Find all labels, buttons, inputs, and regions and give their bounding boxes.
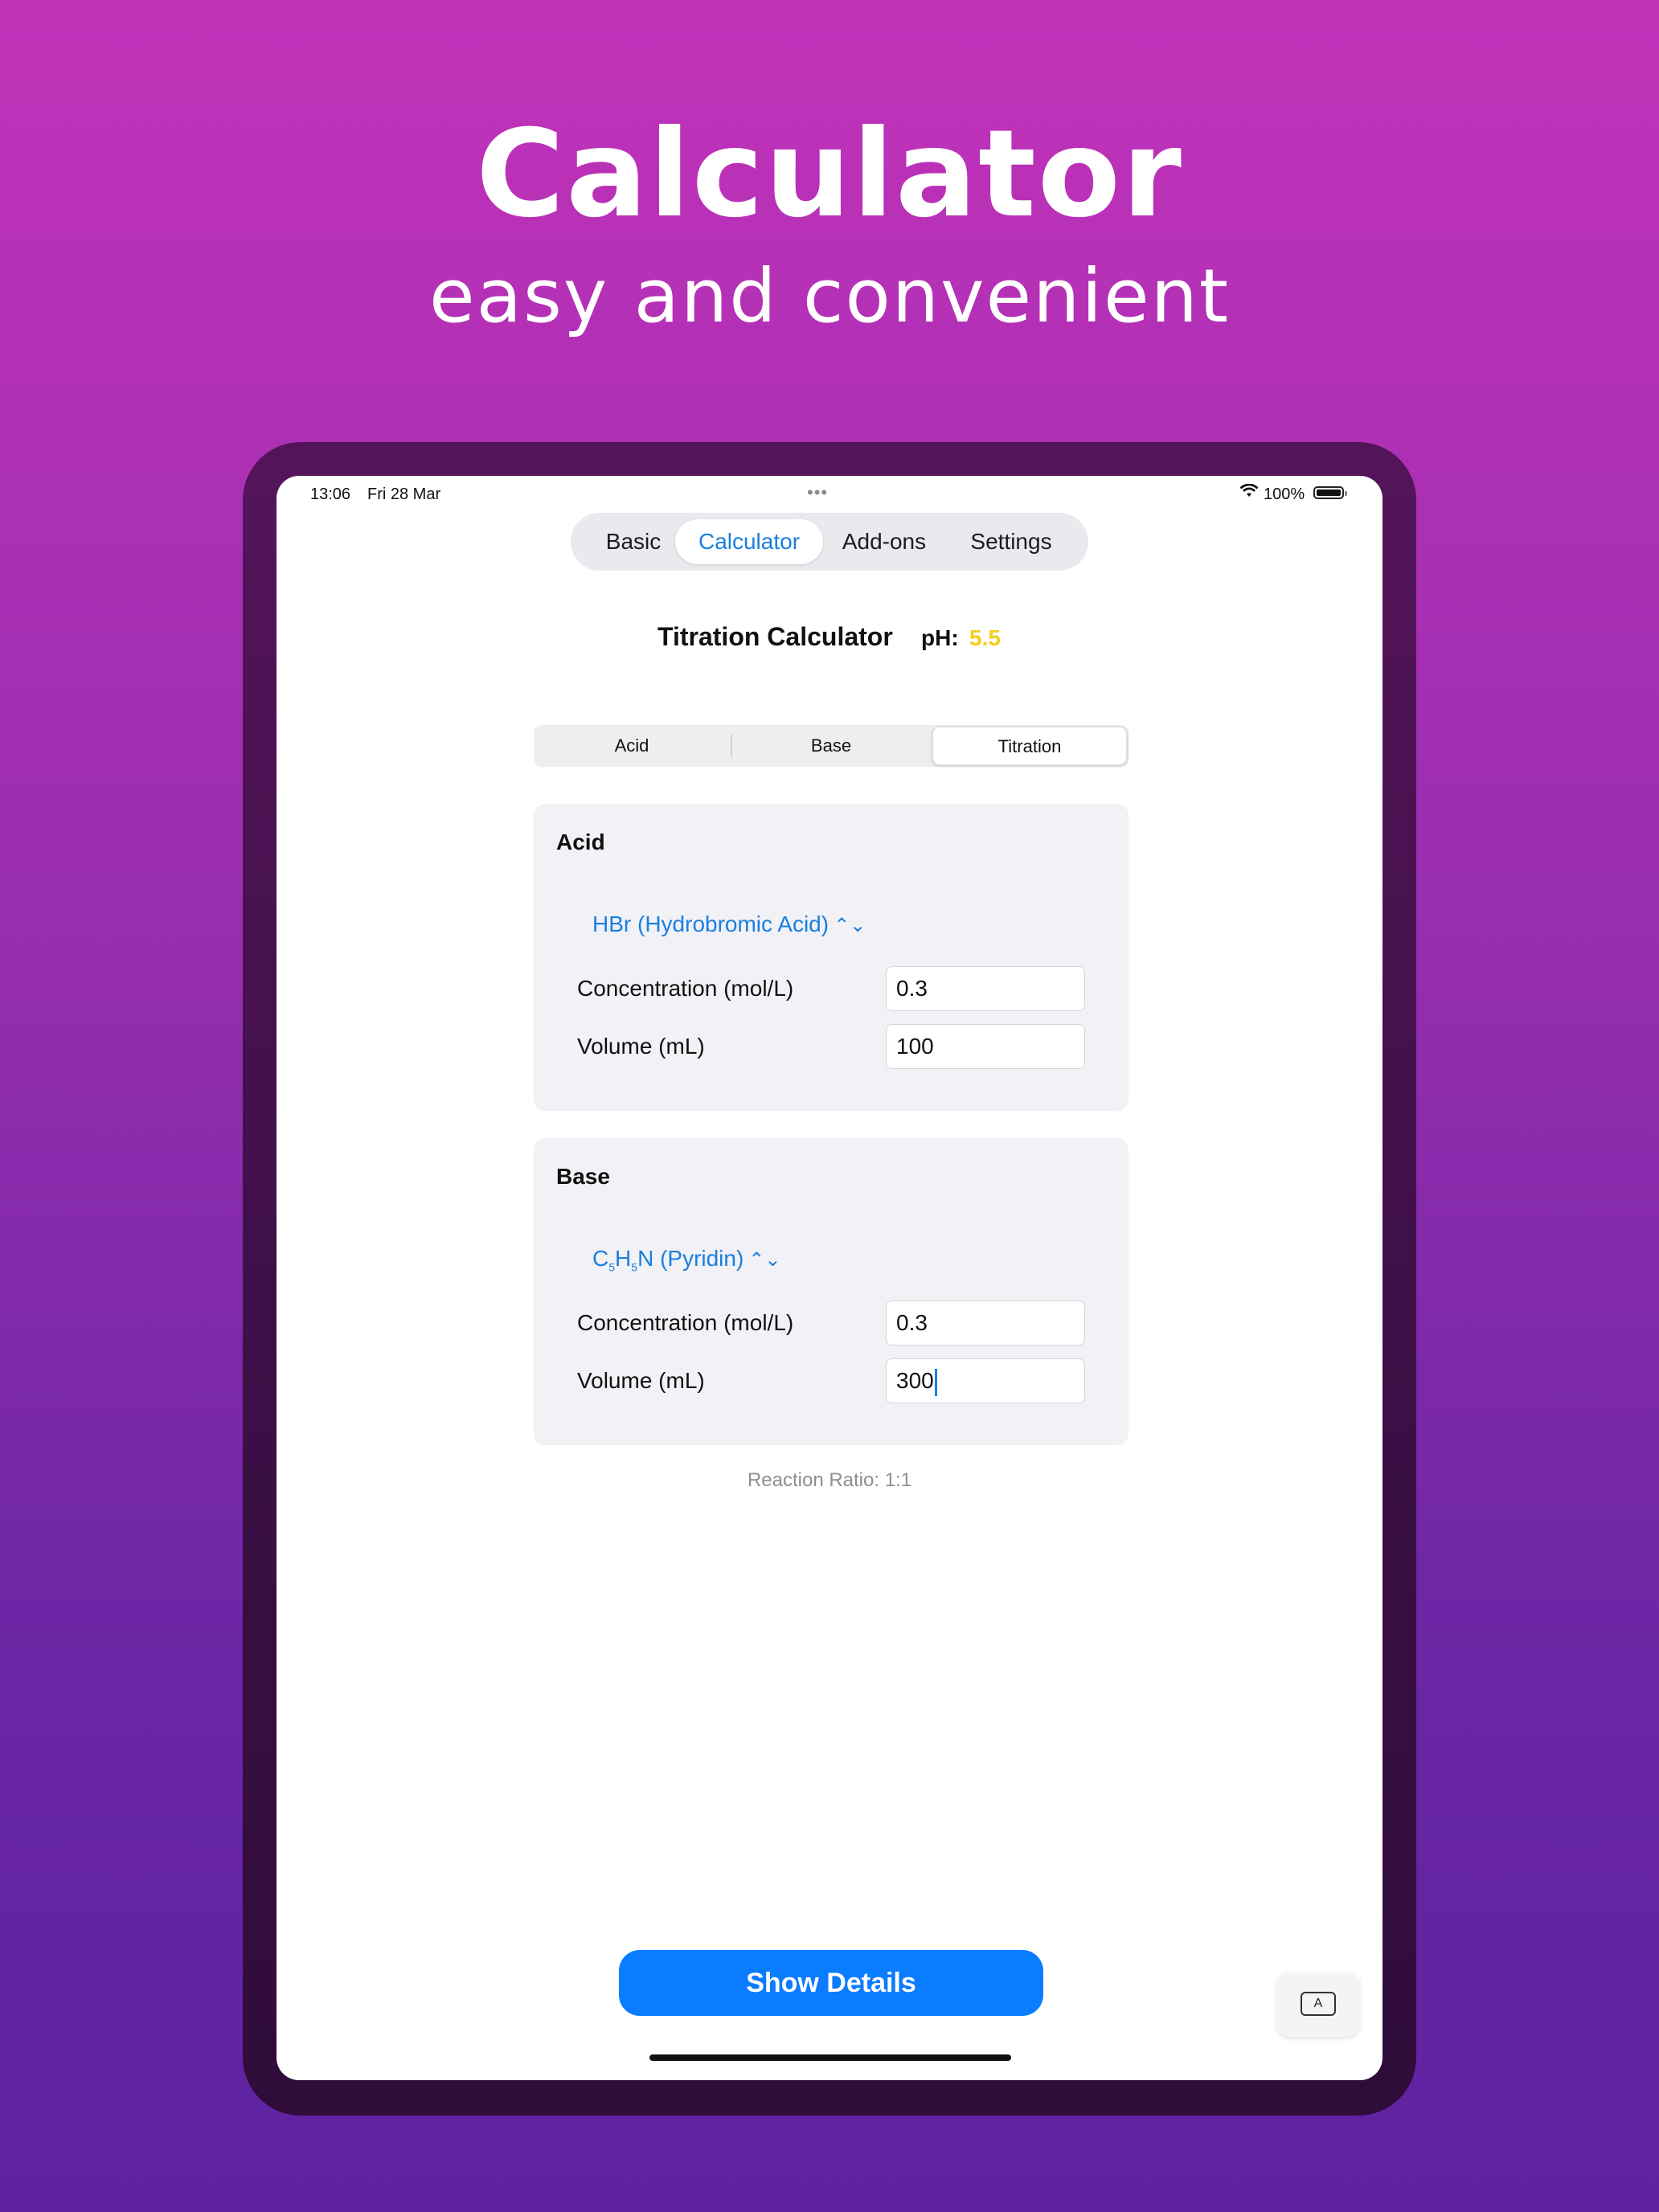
chevron-up-down-icon: ⌃⌄ (748, 1249, 781, 1271)
hero-subtitle: easy and convenient (428, 253, 1230, 339)
base-volume-field[interactable]: 300 (886, 1358, 1085, 1403)
base-picker-mid: H (615, 1246, 632, 1271)
status-time: 13:06 (310, 485, 351, 503)
keyboard-icon: A (1301, 1992, 1336, 2016)
segment-acid[interactable]: Acid (535, 727, 728, 765)
multitasking-dots-icon[interactable]: ••• (807, 482, 828, 503)
keyboard-toggle-button[interactable]: A (1276, 1972, 1360, 2037)
base-volume-label: Volume (mL) (577, 1368, 705, 1393)
base-picker-sub1: 5 (608, 1260, 616, 1274)
text-cursor (934, 1368, 937, 1396)
base-picker-rest: N (Pyridin) (637, 1246, 744, 1271)
reaction-ratio: Reaction Ratio: 1:1 (747, 1469, 912, 1491)
segment-base[interactable]: Base (735, 727, 928, 765)
home-indicator[interactable] (649, 2054, 1011, 2061)
base-card: Base C5H5N (Pyridin) ⌃⌄ Concentration (mo… (534, 1138, 1129, 1445)
base-picker-prefix: C (592, 1246, 609, 1271)
chevron-up-down-icon: ⌃⌄ (834, 915, 866, 936)
hero-title: Calculator (476, 104, 1183, 244)
status-bar: 13:06 Fri 28 Mar ••• 100% (276, 476, 1382, 508)
page-title: Titration Calculator (657, 622, 893, 651)
base-picker-sub2: 5 (631, 1260, 638, 1274)
acid-picker[interactable]: HBr (Hydrobromic Acid) ⌃⌄ (592, 911, 866, 937)
tab-add-ons[interactable]: Add-ons (828, 519, 940, 564)
battery-percent: 100% (1264, 485, 1305, 503)
segment-titration[interactable]: Titration (932, 727, 1127, 765)
tab-basic[interactable]: Basic (584, 519, 683, 564)
base-volume-value: 300 (896, 1368, 934, 1393)
wifi-icon (1239, 483, 1259, 503)
acid-card-title: Acid (556, 830, 605, 854)
base-concentration-label: Concentration (mol/L) (577, 1310, 794, 1335)
mode-segmented-control: Acid Base Titration (534, 725, 1129, 767)
tab-settings[interactable]: Settings (947, 519, 1075, 564)
acid-card: Acid HBr (Hydrobromic Acid) ⌃⌄ Concentrat… (534, 804, 1129, 1111)
main-tab-bar: Basic Calculator Add-ons Settings (571, 513, 1088, 571)
acid-volume-label: Volume (mL) (577, 1034, 705, 1059)
battery-icon (1313, 486, 1347, 499)
status-date: Fri 28 Mar (367, 485, 441, 503)
device-frame: 13:06 Fri 28 Mar ••• 100% Basic Calculat… (243, 442, 1416, 2116)
segment-divider (731, 735, 732, 757)
base-card-title: Base (556, 1164, 610, 1189)
app-screen: 13:06 Fri 28 Mar ••• 100% Basic Calculat… (276, 476, 1382, 2080)
acid-concentration-label: Concentration (mol/L) (577, 976, 794, 1001)
acid-picker-label: HBr (Hydrobromic Acid) (592, 911, 830, 936)
base-picker[interactable]: C5H5N (Pyridin) ⌃⌄ (592, 1246, 781, 1274)
tab-calculator[interactable]: Calculator (675, 519, 823, 564)
acid-volume-field[interactable]: 100 (886, 1024, 1085, 1069)
show-details-button[interactable]: Show Details (619, 1950, 1043, 2016)
base-concentration-field[interactable]: 0.3 (886, 1301, 1085, 1346)
ph-value: 5.5 (969, 625, 1001, 650)
ph-label: pH: (921, 625, 959, 650)
acid-concentration-field[interactable]: 0.3 (886, 966, 1085, 1011)
